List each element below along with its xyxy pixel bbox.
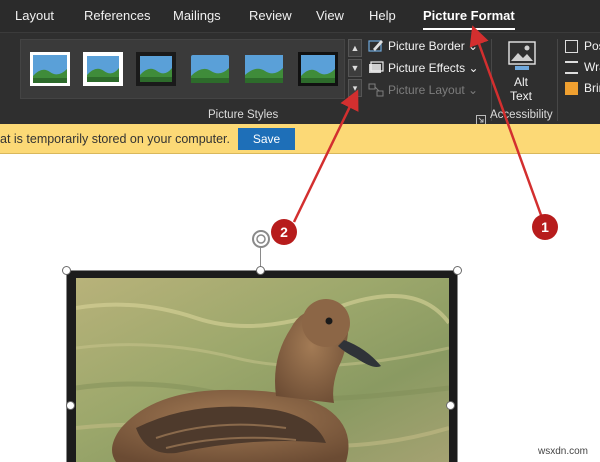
picture-layout-label: Picture Layout ⌄ (388, 83, 479, 97)
alt-text-button[interactable]: Alt Text (500, 39, 542, 105)
accessibility-group-label: Accessibility (490, 109, 553, 121)
tab-references[interactable]: References (84, 0, 150, 32)
picture-styles-gallery (20, 39, 345, 99)
tab-review[interactable]: Review (249, 0, 292, 32)
tab-view[interactable]: View (316, 0, 344, 32)
wrap-text-icon (565, 61, 578, 74)
pencil-border-icon (368, 40, 383, 52)
layout-icon (368, 83, 384, 97)
picture-style-thumbnail[interactable] (136, 52, 176, 86)
gallery-scroll-up-button[interactable]: ▲ (348, 39, 362, 57)
effects-icon (369, 61, 384, 73)
dialog-launcher-icon[interactable] (476, 112, 486, 125)
watermark-text: wsxdn.com (538, 446, 589, 457)
picture-style-thumbnail[interactable] (30, 52, 70, 86)
ribbon-panel: ▲ ▼ ▾ Picture Styles Picture Border ⌄ Pi… (0, 32, 600, 125)
landscape-thumbnail-icon (191, 55, 229, 83)
tab-help[interactable]: Help (369, 0, 396, 32)
position-icon (565, 40, 578, 53)
landscape-thumbnail-icon (298, 52, 338, 86)
picture-border-label: Picture Border ⌄ (388, 39, 479, 53)
resize-handle-right[interactable] (446, 401, 455, 410)
picture-effects-label: Picture Effects ⌄ (388, 61, 479, 75)
landscape-thumbnail-icon (30, 52, 70, 86)
gallery-scroll-down-button[interactable]: ▼ (348, 59, 362, 77)
tab-layout[interactable]: Layout (15, 0, 54, 32)
more-icon: ▾ (352, 83, 358, 93)
tab-picture-format[interactable]: Picture Format (423, 0, 515, 32)
resize-handle-left[interactable] (66, 401, 75, 410)
picture-style-thumbnail[interactable] (190, 52, 230, 86)
picture-style-thumbnail[interactable] (298, 52, 338, 86)
resize-handle-top-right[interactable] (453, 266, 462, 275)
save-button[interactable]: Save (238, 128, 295, 150)
alt-text-label: Alt Text (509, 75, 532, 103)
resize-handle-top[interactable] (256, 266, 265, 275)
landscape-thumbnail-icon (136, 52, 176, 86)
selection-border (66, 270, 458, 462)
chevron-up-icon: ▲ (350, 43, 360, 53)
picture-style-thumbnail[interactable] (83, 52, 123, 86)
rotate-handle-icon[interactable] (250, 228, 272, 250)
alt-text-icon (508, 41, 536, 70)
landscape-thumbnail-icon (245, 55, 283, 83)
ribbon-tab-bar: Layout References Mailings Review View H… (0, 0, 600, 32)
picture-styles-group-label: Picture Styles (208, 109, 279, 121)
gallery-more-button[interactable]: ▾ (348, 79, 362, 97)
message-bar: at is temporarily stored on your compute… (0, 124, 600, 154)
landscape-thumbnail-icon (83, 52, 123, 86)
bring-forward-icon (565, 82, 578, 95)
group-separator (557, 39, 558, 121)
picture-style-thumbnail[interactable] (244, 52, 284, 86)
resize-handle-top-left[interactable] (62, 266, 71, 275)
chevron-down-icon: ▼ (350, 63, 360, 73)
message-bar-text: at is temporarily stored on your compute… (0, 132, 230, 146)
tab-mailings[interactable]: Mailings (173, 0, 221, 32)
